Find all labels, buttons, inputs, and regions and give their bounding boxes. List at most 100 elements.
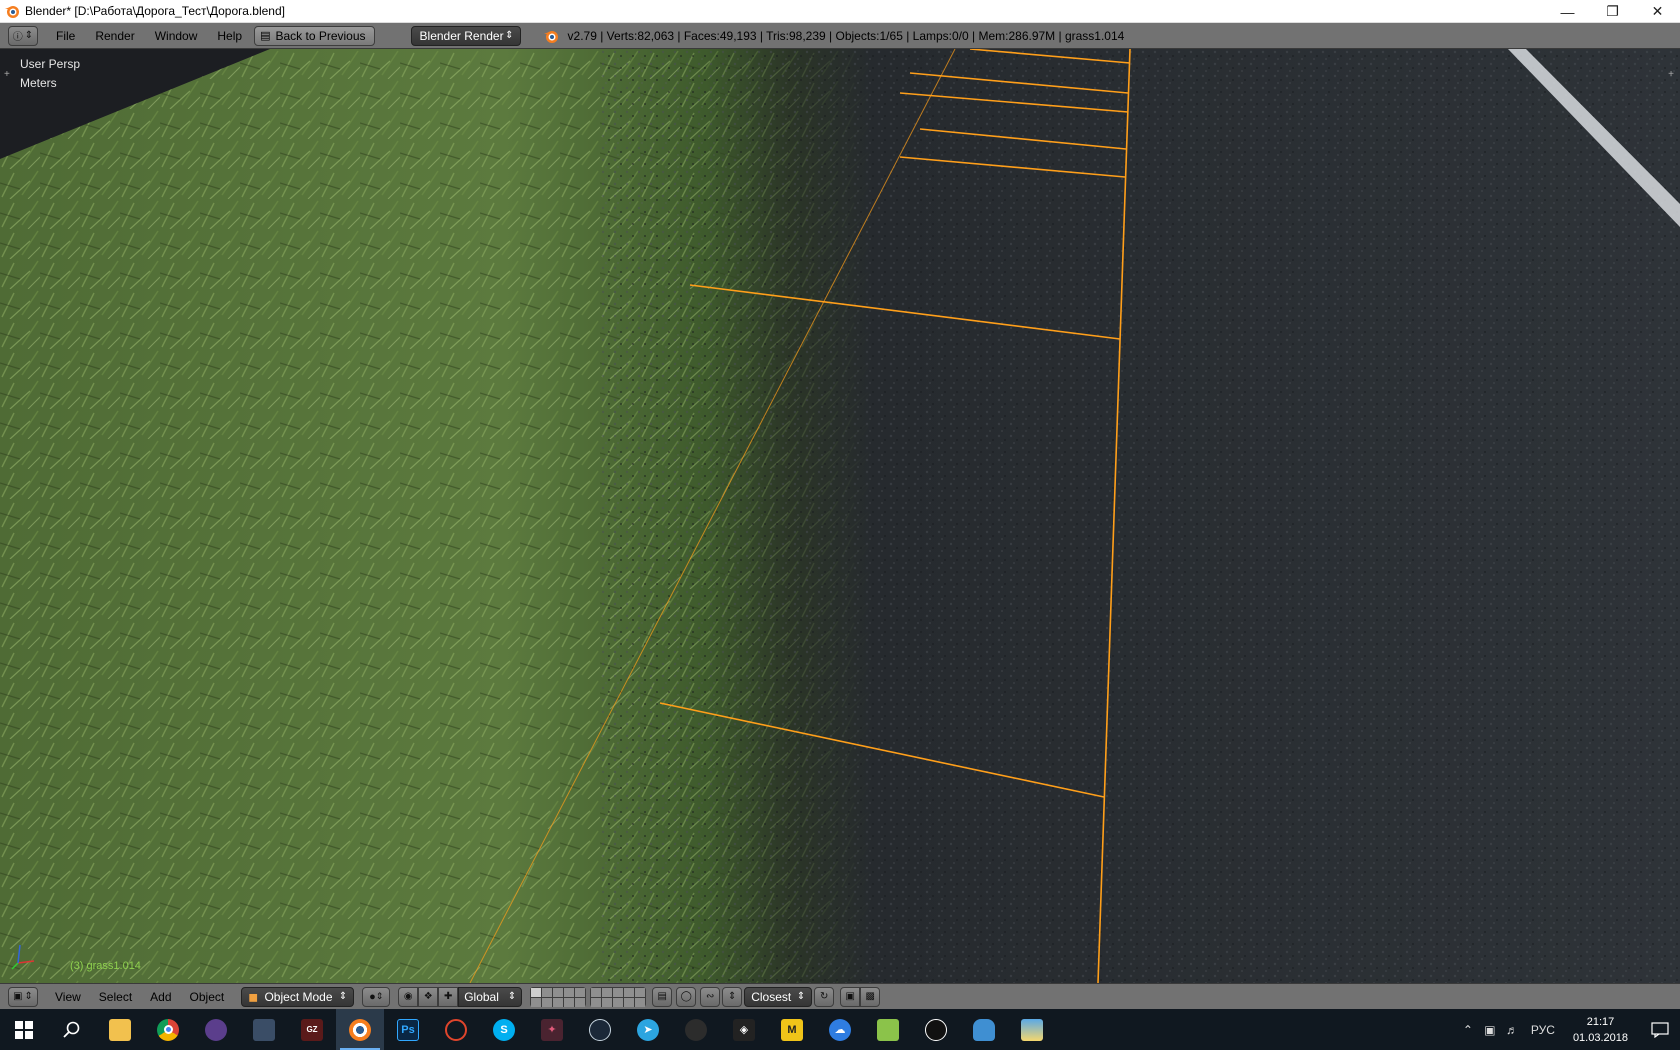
- render-engine-value: Blender Render: [419, 28, 504, 43]
- proportional-icon: ◯: [680, 991, 692, 1002]
- menu-render[interactable]: Render: [85, 29, 144, 43]
- info-header: ⓘ ⇕ File Render Window Help ▤ Back to Pre…: [0, 23, 1680, 49]
- app-icon-4[interactable]: ✦: [528, 1009, 576, 1050]
- opengl-render-animation-button[interactable]: ▩: [860, 986, 881, 1007]
- steam-icon[interactable]: [576, 1009, 624, 1050]
- dropdown-arrows-icon: ⇕: [375, 991, 384, 1001]
- properties-toggle-icon[interactable]: +: [1668, 69, 1674, 80]
- object-mode-icon: ◼: [248, 989, 259, 1004]
- search-icon[interactable]: [48, 1009, 96, 1050]
- chrome-icon[interactable]: [144, 1009, 192, 1050]
- transform-orientation-value: Global: [464, 989, 499, 1004]
- transform-orientation-icon-button[interactable]: ✚: [438, 986, 459, 1007]
- minimize-button[interactable]: —: [1545, 0, 1590, 23]
- opengl-render-image-button[interactable]: ▣: [840, 986, 861, 1007]
- clapper-icon: ▩: [865, 991, 875, 1002]
- speaker-icon[interactable]: ♬: [1501, 1023, 1523, 1037]
- interaction-mode-select[interactable]: ◼ Object Mode ⇕: [241, 986, 355, 1007]
- viewport-shading-select[interactable]: ● ⇕: [362, 986, 391, 1007]
- clock[interactable]: 21:17 01.03.2018: [1573, 1014, 1628, 1046]
- notepad-icon[interactable]: [864, 1009, 912, 1050]
- snap-element-icon: ⇕: [728, 991, 737, 1002]
- layers-icon: ▤: [657, 991, 667, 1002]
- dropdown-arrows-icon: ⇕: [24, 991, 33, 1002]
- notification-center-icon[interactable]: [1640, 1021, 1680, 1038]
- chevron-up-icon[interactable]: ⌃: [1457, 1023, 1479, 1037]
- dropdown-arrows-icon: ⇕: [507, 991, 517, 1002]
- app-icon-m[interactable]: M: [768, 1009, 816, 1050]
- photoshop-icon[interactable]: Ps: [384, 1009, 432, 1050]
- screen-back-icon: ▤: [260, 30, 271, 42]
- axis-gizmo-icon: [11, 944, 35, 970]
- menu-add[interactable]: Add: [141, 990, 180, 1004]
- active-object-label: (3) grass1.014: [70, 960, 141, 972]
- menu-help[interactable]: Help: [207, 29, 252, 43]
- manipulator-icon: ❖: [423, 991, 433, 1002]
- gzdoom-icon[interactable]: GZ: [288, 1009, 336, 1050]
- dropdown-arrows-icon: ⇕: [796, 991, 806, 1002]
- camera-icon: ▣: [845, 991, 855, 1002]
- windows-start-icon[interactable]: [0, 1009, 48, 1050]
- render-layers-button[interactable]: ▤: [652, 986, 673, 1007]
- pivot-icon: ◉: [403, 991, 413, 1002]
- menu-file[interactable]: File: [46, 29, 85, 43]
- menu-object[interactable]: Object: [181, 990, 234, 1004]
- snap-element-button[interactable]: ⇕: [722, 986, 743, 1007]
- menu-window[interactable]: Window: [145, 29, 208, 43]
- view-name-label: User Persp: [20, 57, 81, 71]
- dropdown-arrows-icon: ⇕: [338, 991, 348, 1002]
- back-to-previous-button[interactable]: ▤ Back to Previous: [254, 25, 375, 46]
- render-engine-select[interactable]: Blender Render ⇕: [410, 25, 521, 46]
- close-button[interactable]: ✕: [1635, 0, 1680, 23]
- snap-target-select[interactable]: Closest ⇕: [744, 986, 813, 1007]
- editor-type-selector[interactable]: ⓘ ⇕: [8, 25, 38, 46]
- proportional-edit-button[interactable]: ◯: [676, 986, 697, 1007]
- manipulator-toggle[interactable]: ❖: [418, 986, 439, 1007]
- align-icon: ↻: [820, 991, 829, 1002]
- restore-button[interactable]: ❐: [1590, 0, 1635, 23]
- cloud-icon[interactable]: ☁: [816, 1009, 864, 1050]
- align-rotation-button[interactable]: ↻: [814, 986, 835, 1007]
- file-explorer-icon[interactable]: [96, 1009, 144, 1050]
- transform-orientation-select[interactable]: Global ⇕: [458, 986, 523, 1007]
- dropdown-arrows-icon: ⇕: [24, 30, 34, 41]
- menu-select[interactable]: Select: [90, 990, 141, 1004]
- telegram-icon[interactable]: ➤: [624, 1009, 672, 1050]
- pivot-point-select[interactable]: ◉: [398, 986, 419, 1007]
- windows-taskbar: GZ Ps S ✦ ➤ ◈ M ☁ ⌃ ▣ ♬ РУС 21:17 01.03.…: [0, 1009, 1680, 1050]
- layer-selector[interactable]: [530, 986, 587, 1007]
- unity-icon[interactable]: ◈: [720, 1009, 768, 1050]
- app-icon-2[interactable]: [240, 1009, 288, 1050]
- app-icon-6[interactable]: [912, 1009, 960, 1050]
- app-icon-3[interactable]: [432, 1009, 480, 1050]
- app-icon-5[interactable]: [672, 1009, 720, 1050]
- editor-type-selector[interactable]: ▣ ⇕: [8, 986, 38, 1007]
- snap-toggle-button[interactable]: ∾: [700, 986, 721, 1007]
- skype-icon[interactable]: S: [480, 1009, 528, 1050]
- clock-time: 21:17: [1586, 1015, 1615, 1028]
- dropdown-arrows-icon: ⇕: [505, 30, 514, 41]
- layer-selector-2[interactable]: [590, 986, 647, 1007]
- language-indicator[interactable]: РУС: [1523, 1023, 1563, 1037]
- image-viewer-icon[interactable]: [1008, 1009, 1056, 1050]
- blender-icon[interactable]: [336, 1009, 384, 1050]
- interaction-mode-value: Object Mode: [264, 989, 333, 1004]
- network-icon[interactable]: ▣: [1479, 1023, 1501, 1037]
- blender-logo-icon: [543, 30, 558, 43]
- window-title: Blender* [D:\Работа\Дорога_Тест\Дорога.b…: [25, 4, 285, 18]
- toolshelf-toggle-icon[interactable]: +: [4, 69, 10, 80]
- app-icon-7[interactable]: [960, 1009, 1008, 1050]
- 3d-viewport[interactable]: User Persp Meters (3) grass1.014 + +: [0, 49, 1680, 983]
- axis-icon: ✚: [444, 991, 453, 1002]
- back-to-previous-label: Back to Previous: [275, 28, 366, 43]
- info-icon: ⓘ: [12, 32, 23, 43]
- 3d-view-cube-icon: ▣: [13, 991, 23, 1002]
- magnet-icon: ∾: [706, 991, 715, 1002]
- 3d-view-header: ▣ ⇕ View Select Add Object ◼ Object Mode …: [0, 983, 1680, 1009]
- app-icon-1[interactable]: [192, 1009, 240, 1050]
- clock-date: 01.03.2018: [1572, 1031, 1628, 1044]
- units-label: Meters: [20, 76, 57, 90]
- menu-view[interactable]: View: [46, 990, 90, 1004]
- viewport-scene: [0, 49, 1680, 983]
- shading-sphere-icon: ●: [369, 990, 376, 1003]
